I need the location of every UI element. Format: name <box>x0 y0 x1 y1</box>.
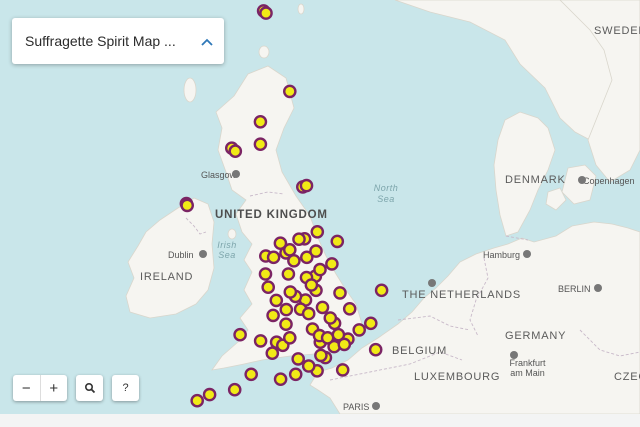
map-marker[interactable] <box>258 267 273 281</box>
map-marker[interactable] <box>253 115 268 129</box>
map-marker[interactable] <box>325 257 339 271</box>
map-marker[interactable] <box>259 6 273 20</box>
map-marker[interactable] <box>202 387 217 402</box>
map-marker[interactable] <box>291 352 306 366</box>
map-marker[interactable] <box>273 372 288 387</box>
map-marker[interactable] <box>190 393 204 408</box>
help-control: ? <box>112 375 139 401</box>
map-marker[interactable] <box>304 278 319 292</box>
map-marker[interactable] <box>292 232 306 246</box>
map-marker[interactable] <box>266 250 281 265</box>
map-marker[interactable] <box>244 367 258 382</box>
search-button[interactable] <box>76 375 103 401</box>
map-marker[interactable] <box>363 316 378 331</box>
map-marker[interactable] <box>342 301 357 316</box>
map-marker[interactable] <box>333 286 347 300</box>
map-marker[interactable] <box>309 244 323 258</box>
map-marker[interactable] <box>228 144 243 158</box>
map-marker[interactable] <box>315 300 330 315</box>
map-marker[interactable] <box>314 348 328 363</box>
map-marker[interactable] <box>368 342 383 357</box>
map-marker[interactable] <box>265 346 280 361</box>
map-marker[interactable] <box>253 137 268 151</box>
zoom-out-button[interactable]: − <box>13 375 40 401</box>
map-marker[interactable] <box>330 234 345 249</box>
map-marker[interactable] <box>323 311 338 325</box>
map-marker[interactable] <box>279 302 294 317</box>
map-marker[interactable] <box>233 327 247 342</box>
map-marker[interactable] <box>313 262 327 277</box>
map-marker[interactable] <box>301 306 316 321</box>
map-marker[interactable] <box>279 317 293 332</box>
map-view[interactable]: UNITED KINGDOM IRELAND DENMARK SWEDEN TH… <box>0 0 640 414</box>
map-title: Suffragette Spirit Map ... <box>25 33 176 49</box>
zoom-in-button[interactable]: + <box>39 375 68 401</box>
map-marker[interactable] <box>269 293 284 308</box>
map-marker[interactable] <box>299 178 314 193</box>
search-control <box>76 375 103 401</box>
map-marker[interactable] <box>282 84 297 99</box>
search-icon <box>84 382 95 394</box>
map-marker[interactable] <box>320 330 335 345</box>
map-marker[interactable] <box>335 363 350 377</box>
map-marker[interactable] <box>282 330 297 345</box>
map-marker[interactable] <box>301 359 316 373</box>
map-marker[interactable] <box>180 198 194 213</box>
help-button[interactable]: ? <box>112 375 139 401</box>
map-title-panel: Suffragette Spirit Map ... <box>12 18 224 64</box>
map-marker[interactable] <box>283 285 298 299</box>
map-marker[interactable] <box>287 253 301 268</box>
map-marker[interactable] <box>288 367 303 382</box>
map-marker[interactable] <box>374 283 389 298</box>
map-marker[interactable] <box>266 308 280 323</box>
map-marker[interactable] <box>273 236 288 250</box>
map-marker[interactable] <box>261 280 276 295</box>
zoom-controls: − + <box>13 375 67 401</box>
map-marker[interactable] <box>227 382 242 397</box>
bottom-strip <box>0 414 640 427</box>
map-marker[interactable] <box>352 323 367 337</box>
map-marker[interactable] <box>281 267 296 281</box>
map-marker[interactable] <box>310 224 325 239</box>
chevron-up-icon[interactable] <box>190 34 224 49</box>
map-marker[interactable] <box>337 337 352 352</box>
map-marker[interactable] <box>253 334 268 348</box>
